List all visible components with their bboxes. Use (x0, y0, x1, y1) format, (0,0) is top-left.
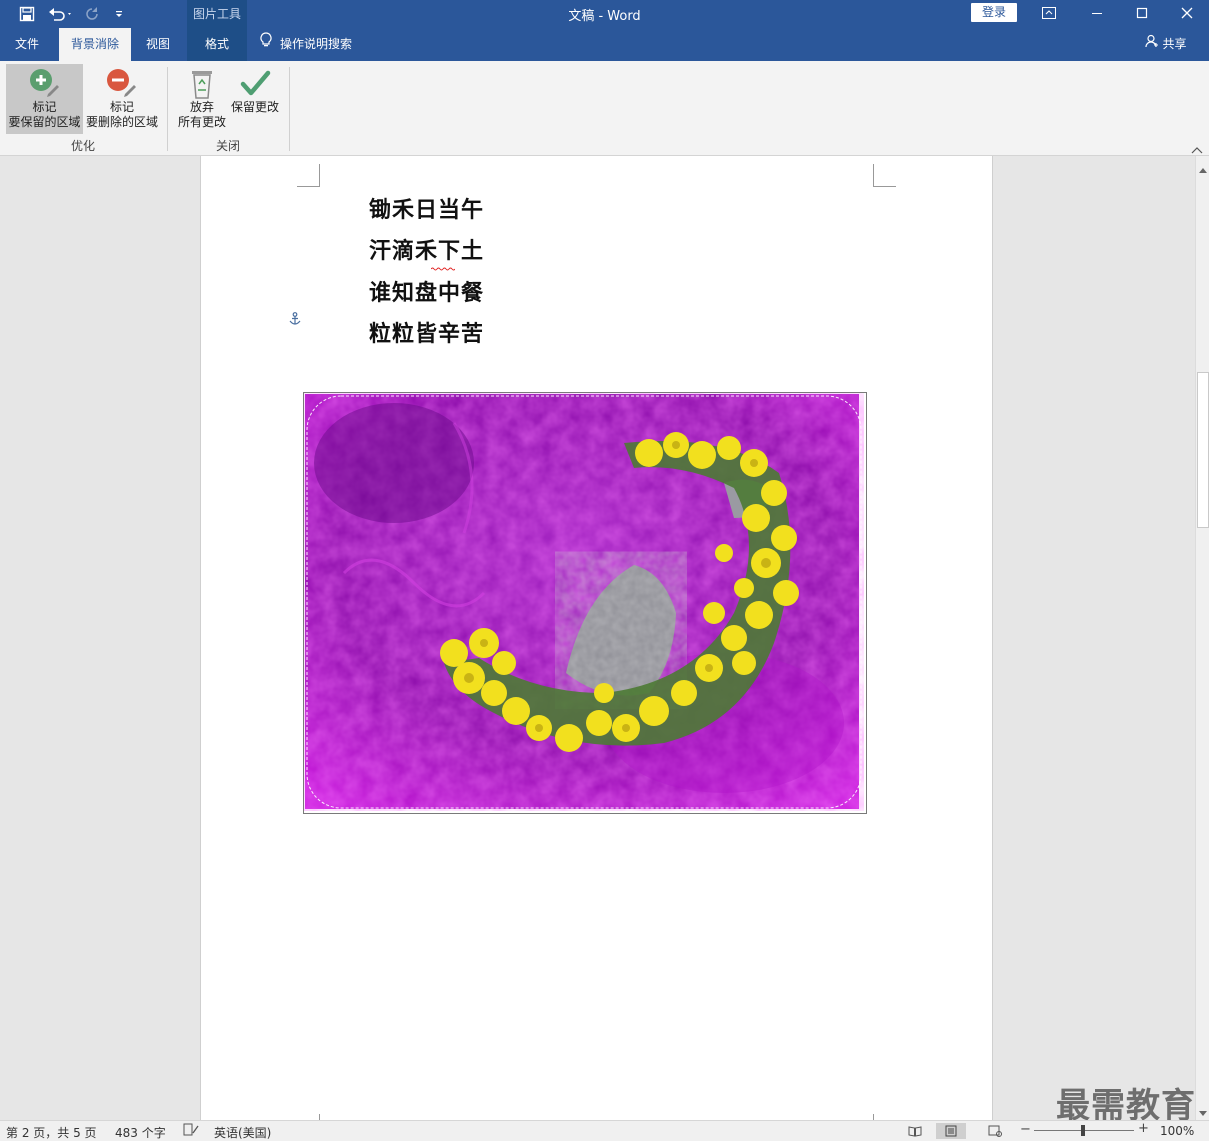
mark-keep-line1: 标记 (32, 100, 57, 114)
group-divider-2 (289, 67, 290, 151)
keep-changes-label: 保留更改 (230, 100, 279, 114)
maximize-icon[interactable] (1119, 0, 1165, 26)
scroll-down-icon[interactable] (1199, 1106, 1207, 1120)
ribbon: 标记 要保留的区域 标记 要删除的区域 优化 放弃 所有更改 保留更改 关闭 (0, 61, 1209, 156)
checkmark-icon (229, 64, 281, 100)
group-label-optimize: 优化 (70, 139, 95, 153)
web-layout-icon[interactable] (986, 1123, 1004, 1139)
spelling-squiggle (430, 260, 456, 271)
share-button[interactable]: 共享 (1138, 28, 1194, 61)
search-label: 操作说明搜索 (280, 37, 353, 51)
mark-areas-to-remove-button[interactable]: 标记 要删除的区域 (84, 64, 160, 134)
background-removal-picture[interactable] (303, 392, 867, 814)
zoom-slider-thumb[interactable] (1081, 1125, 1085, 1136)
mark-keep-line2: 要保留的区域 (8, 115, 81, 129)
poem-line-2[interactable]: 汗滴禾下土 (369, 233, 484, 265)
close-icon[interactable] (1164, 0, 1209, 26)
ribbon-tab-bar: 文件 背景消除 视图 格式 操作说明搜索 共享 (0, 28, 1209, 61)
mark-areas-to-keep-button[interactable]: 标记 要保留的区域 (6, 64, 83, 134)
zoom-in-icon[interactable]: + (1138, 1121, 1149, 1136)
status-bar: 第 2 页，共 5 页 483 个字 英语(美国) − + 100% (0, 1120, 1209, 1141)
poem-line-2-text: 汗滴禾下土 (369, 238, 485, 264)
word-count[interactable]: 483 个字 (115, 1124, 166, 1141)
picture-tools-label: 图片工具 (192, 7, 241, 21)
group-divider (167, 67, 168, 151)
title-bar: 文稿 - Word 登录 (0, 0, 1209, 28)
redo-icon[interactable] (82, 4, 102, 24)
share-label: 共享 (1162, 37, 1187, 51)
zoom-level[interactable]: 100% (1160, 1124, 1194, 1138)
page-corner-mark (297, 164, 320, 187)
tab-format-overlay[interactable]: 格式 (190, 28, 244, 61)
page-count[interactable]: 第 2 页，共 5 页 (6, 1124, 97, 1141)
zoom-out-icon[interactable]: − (1020, 1122, 1031, 1137)
poem-line-4[interactable]: 粒粒皆辛苦 (369, 316, 484, 348)
page-corner-mark (873, 164, 896, 187)
poem-line-3[interactable]: 谁知盘中餐 (369, 275, 484, 307)
scroll-up-icon[interactable] (1199, 162, 1207, 176)
poem-line-1[interactable]: 锄禾日当午 (369, 192, 484, 224)
customize-qat-icon[interactable] (110, 4, 128, 24)
tell-me-search[interactable]: 操作说明搜索 (260, 28, 370, 61)
scroll-thumb[interactable] (1197, 372, 1209, 528)
document-page[interactable]: 锄禾日当午 汗滴禾下土 谁知盘中餐 粒粒皆辛苦 (200, 156, 993, 1120)
mark-remove-line2: 要删除的区域 (85, 115, 158, 129)
document-workspace: 锄禾日当午 汗滴禾下土 谁知盘中餐 粒粒皆辛苦 (0, 156, 1195, 1120)
anchor-icon[interactable] (289, 312, 301, 330)
mark-keep-icon (6, 64, 83, 100)
discard-line2: 所有更改 (177, 115, 226, 129)
mark-remove-icon (84, 64, 160, 100)
group-label-close: 关闭 (215, 139, 240, 153)
collapse-ribbon-icon[interactable] (1191, 143, 1203, 157)
keep-changes-button[interactable]: 保留更改 (229, 64, 281, 134)
lightbulb-icon (260, 28, 272, 61)
picture-canvas (305, 394, 862, 809)
language[interactable]: 英语(美国) (214, 1124, 271, 1141)
login-button[interactable]: 登录 (971, 3, 1017, 22)
read-mode-icon[interactable] (906, 1123, 924, 1139)
recycle-bin-icon (174, 64, 230, 100)
tab-file[interactable]: 文件 (4, 28, 50, 61)
undo-icon[interactable] (46, 4, 76, 24)
tab-background-removal[interactable]: 背景消除 (59, 28, 131, 61)
tab-view[interactable]: 视图 (136, 28, 180, 61)
minimize-icon[interactable] (1074, 0, 1120, 26)
proofing-icon[interactable] (183, 1123, 199, 1140)
mark-remove-line1: 标记 (109, 100, 134, 114)
ribbon-display-options-icon[interactable] (1026, 0, 1072, 26)
save-icon[interactable] (16, 4, 38, 24)
discard-all-changes-button[interactable]: 放弃 所有更改 (174, 64, 230, 134)
person-icon (1145, 28, 1159, 61)
print-layout-icon[interactable] (936, 1123, 966, 1139)
discard-line1: 放弃 (189, 100, 214, 114)
vertical-scrollbar[interactable] (1195, 156, 1209, 1120)
